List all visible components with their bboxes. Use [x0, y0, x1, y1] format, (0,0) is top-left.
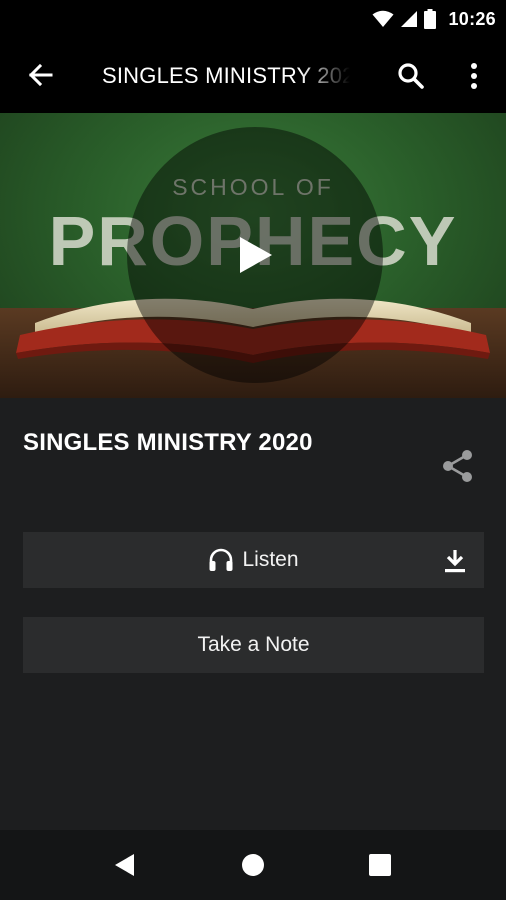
app-bar-title: SINGLES MINISTRY 2020: [102, 63, 350, 88]
share-icon[interactable]: [440, 448, 476, 484]
listen-label: Listen: [242, 548, 299, 571]
cell-signal-icon: [401, 11, 418, 27]
nav-back-icon[interactable]: [112, 852, 138, 878]
status-bar: 10:26: [0, 0, 506, 37]
take-note-label: Take a Note: [197, 633, 310, 656]
episode-detail: SINGLES MINISTRY 2020 Listen Take a Note: [0, 398, 506, 830]
headphones-icon: [209, 548, 233, 571]
sermon-artwork: SCHOOL OF PROPHECY: [0, 127, 506, 398]
download-icon[interactable]: [442, 548, 468, 574]
listen-label-group: Listen: [208, 548, 299, 572]
status-time: 10:26: [448, 8, 496, 29]
listen-button[interactable]: Listen: [23, 532, 484, 588]
nav-recents-icon[interactable]: [367, 852, 393, 878]
status-icons: 10:26: [372, 7, 496, 31]
episode-title: SINGLES MINISTRY 2020: [23, 429, 313, 456]
system-nav-bar: [0, 830, 506, 900]
video-player[interactable]: SCHOOL OF PROPHECY: [0, 113, 506, 398]
back-arrow-icon[interactable]: [26, 61, 54, 89]
nav-home-icon[interactable]: [240, 852, 266, 878]
take-note-button[interactable]: Take a Note: [23, 617, 484, 673]
wifi-icon: [372, 10, 394, 27]
more-vert-icon[interactable]: [463, 61, 485, 91]
search-icon[interactable]: [396, 61, 426, 91]
battery-icon: [424, 9, 437, 29]
app-bar: SINGLES MINISTRY 2020: [0, 37, 506, 113]
